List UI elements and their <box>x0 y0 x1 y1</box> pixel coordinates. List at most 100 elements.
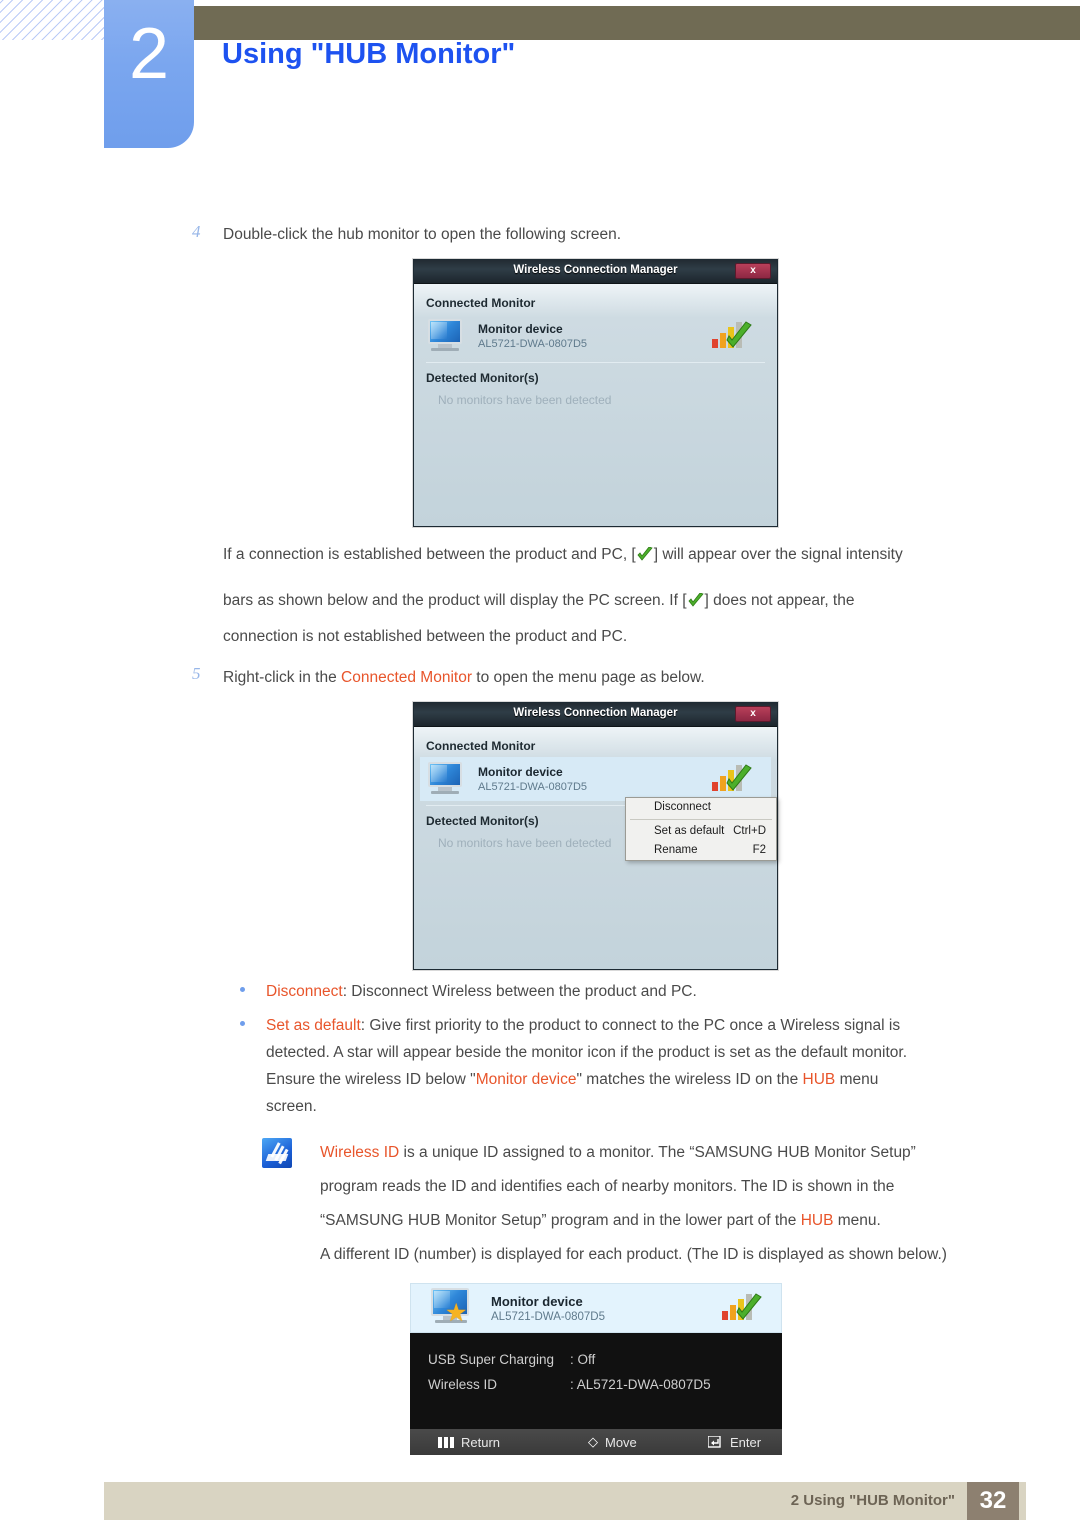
step5-prefix: Right-click in the <box>223 669 342 686</box>
osd-row-key: USB Super Charging <box>428 1352 555 1367</box>
detected-monitors-label: Detected Monitor(s) <box>426 371 539 385</box>
osd-action-label: Move <box>605 1434 637 1450</box>
signal-strength-icon <box>721 1293 765 1323</box>
step5-suffix: to open the menu page as below. <box>471 669 705 686</box>
check-mark-icon <box>636 547 654 562</box>
check-mark-icon <box>687 593 705 608</box>
osd-action-label: Enter <box>730 1434 762 1450</box>
osd-spacer <box>410 1397 782 1419</box>
paragraph-line2-prefix: bars as shown below and the product will… <box>223 592 687 609</box>
connected-monitor-row[interactable]: Monitor device AL5721-DWA-0807D5 <box>420 757 771 801</box>
bullet-dot-icon <box>240 1021 245 1026</box>
memo-icon <box>262 1138 292 1168</box>
context-menu[interactable]: Disconnect Set as default Ctrl+D Rename … <box>625 797 777 861</box>
signal-strength-icon <box>711 321 755 351</box>
step-number-4: 4 <box>192 222 201 241</box>
bullet-body-line3-hl2: HUB <box>802 1071 836 1088</box>
bullet-dot-icon <box>240 987 245 992</box>
paragraph-line2-suffix: ] does not appear, the <box>704 592 855 609</box>
context-menu-item-disconnect[interactable]: Disconnect <box>626 798 776 817</box>
osd-device-name: Monitor device <box>491 1293 583 1309</box>
dialog-title: Wireless Connection Manager <box>513 707 678 719</box>
note-line2: program reads the ID and identifies each… <box>320 1178 895 1195</box>
connected-monitor-row[interactable]: Monitor device AL5721-DWA-0807D5 <box>420 314 771 358</box>
context-menu-accel: F2 <box>752 844 766 856</box>
osd-row-value: : Off <box>570 1352 596 1367</box>
page-number: 32 <box>967 1482 1019 1520</box>
bullet-body: : Disconnect Wireless between the produc… <box>342 983 697 1000</box>
bullet-body-line1: : Give first priority to the product to … <box>360 1017 901 1034</box>
context-menu-label: Set as default <box>654 825 725 837</box>
osd-row-wireless-id[interactable]: Wireless ID : AL5721-DWA-0807D5 <box>410 1372 782 1397</box>
bullet-set-as-default: Set as default: Give first priority to t… <box>240 1012 1030 1120</box>
osd-screenshot: ★ Monitor device AL5721-DWA-0807D5 USB S… <box>410 1283 782 1455</box>
osd-action-enter[interactable]: Enter <box>707 1434 762 1450</box>
section-divider <box>426 362 765 363</box>
enter-icon <box>707 1434 723 1449</box>
bullet-body-line3-c: menu <box>835 1071 879 1088</box>
close-icon[interactable]: x <box>735 263 771 279</box>
bullet-disconnect: Disconnect: Disconnect Wireless between … <box>240 978 1020 1005</box>
osd-action-label: Return <box>461 1434 501 1450</box>
monitor-device-id: AL5721-DWA-0807D5 <box>478 338 588 350</box>
wireless-connection-manager-dialog-1[interactable]: Wireless Connection Manager x Connected … <box>413 259 778 527</box>
header-bar <box>194 6 1080 40</box>
osd-menu-panel: USB Super Charging : Off Wireless ID : A… <box>410 1333 782 1429</box>
bullet-term: Set as default <box>266 1017 361 1034</box>
monitor-device-name: Monitor device <box>478 322 563 336</box>
bullet-disconnect-text: Disconnect: Disconnect Wireless between … <box>266 978 1020 1005</box>
move-diamond-icon: ◇ <box>588 1434 598 1449</box>
connected-monitor-label: Connected Monitor <box>426 739 536 753</box>
note-line3-a: “SAMSUNG HUB Monitor Setup” program and … <box>320 1212 801 1229</box>
context-menu-accel: Ctrl+D <box>733 825 766 837</box>
paragraph-line1-suffix: ] will appear over the signal intensity <box>653 546 903 563</box>
connection-paragraph-line-1: If a connection is established between t… <box>223 546 903 564</box>
monitor-device-name: Monitor device <box>478 765 563 779</box>
monitor-device-id: AL5721-DWA-0807D5 <box>478 781 588 793</box>
connection-paragraph-line-2: bars as shown below and the product will… <box>223 592 854 610</box>
osd-action-return[interactable]: Return <box>438 1435 588 1450</box>
connected-monitor-label: Connected Monitor <box>426 296 536 310</box>
osd-action-bar: Return ◇ Move Enter <box>410 1429 782 1455</box>
note-line3-highlight: HUB <box>800 1212 834 1229</box>
decorative-hatch-pattern <box>0 0 112 40</box>
bullet-set-as-default-text: Set as default: Give first priority to t… <box>266 1012 1030 1120</box>
note-line3-b: menu. <box>833 1212 881 1229</box>
monitor-icon <box>426 319 466 353</box>
osd-action-move[interactable]: ◇ Move <box>588 1434 708 1450</box>
page-title: Using "HUB Monitor" <box>222 38 516 70</box>
dialog-titlebar: Wireless Connection Manager x <box>414 260 777 284</box>
dialog-body: Connected Monitor Monitor device AL5721-… <box>414 727 777 969</box>
note-line1-highlight: Wireless ID <box>320 1144 400 1161</box>
dialog-titlebar: Wireless Connection Manager x <box>414 703 777 727</box>
bullet-body-line2: detected. A star will appear beside the … <box>266 1044 908 1061</box>
dialog-title: Wireless Connection Manager <box>513 264 678 276</box>
connection-paragraph-line-3: connection is not established between th… <box>223 628 628 645</box>
osd-device-row: ★ Monitor device AL5721-DWA-0807D5 <box>410 1283 782 1333</box>
footer-text: 2 Using "HUB Monitor" <box>790 1492 955 1509</box>
close-icon[interactable]: x <box>735 706 771 722</box>
step-text-4: Double-click the hub monitor to open the… <box>223 226 622 243</box>
step-number-5: 5 <box>192 664 201 683</box>
bullet-body-line4: screen. <box>266 1098 317 1115</box>
chapter-number: 2 <box>128 14 170 94</box>
note-line4: A different ID (number) is displayed for… <box>320 1246 947 1263</box>
paragraph-line1-prefix: If a connection is established between t… <box>223 546 636 563</box>
wireless-connection-manager-dialog-2[interactable]: Wireless Connection Manager x Connected … <box>413 702 778 970</box>
no-monitors-detected-text: No monitors have been detected <box>438 393 612 407</box>
context-menu-label: Rename <box>654 844 698 856</box>
bullet-body-line3-b: " matches the wireless ID on the <box>576 1071 803 1088</box>
note-text: Wireless ID is a unique ID assigned to a… <box>320 1136 1022 1272</box>
osd-row-value: : AL5721-DWA-0807D5 <box>570 1377 711 1392</box>
monitor-icon <box>426 762 466 796</box>
osd-device-id: AL5721-DWA-0807D5 <box>491 1310 605 1323</box>
osd-row-usb-super-charging[interactable]: USB Super Charging : Off <box>410 1347 782 1372</box>
context-menu-separator <box>630 819 772 820</box>
context-menu-item-set-as-default[interactable]: Set as default Ctrl+D <box>626 822 776 841</box>
note-block: Wireless ID is a unique ID assigned to a… <box>262 1136 1022 1272</box>
context-menu-item-rename[interactable]: Rename F2 <box>626 841 776 860</box>
bullet-body-line3-hl1: Monitor device <box>475 1071 577 1088</box>
star-icon: ★ <box>445 1299 468 1327</box>
step-text-5: Right-click in the Connected Monitor to … <box>223 665 705 691</box>
signal-strength-icon <box>711 764 755 794</box>
